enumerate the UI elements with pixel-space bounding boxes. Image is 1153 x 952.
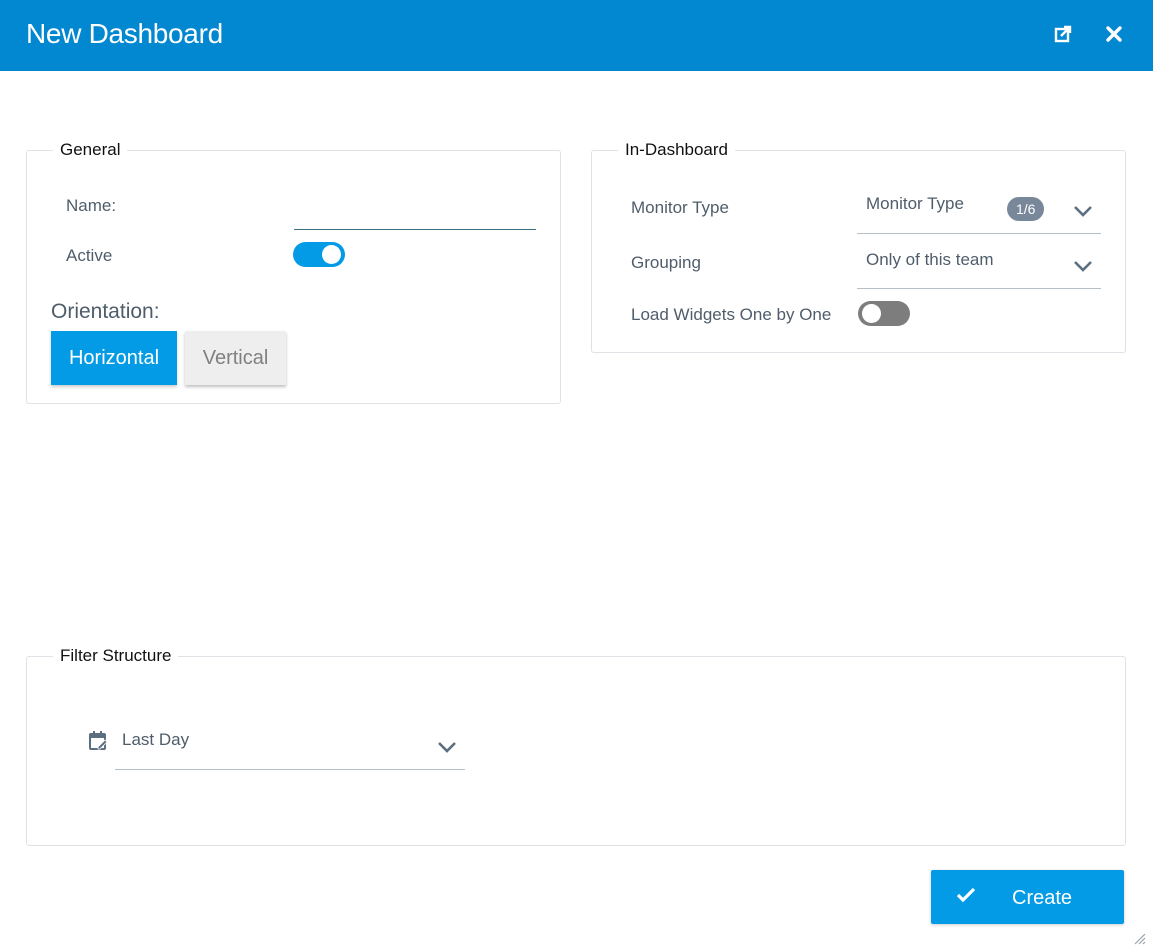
date-range-dropdown-button[interactable] — [429, 724, 465, 770]
active-label: Active — [66, 246, 113, 265]
in-dashboard-legend: In-Dashboard — [625, 140, 729, 159]
monitor-type-count-badge: 1/6 — [1007, 197, 1045, 221]
monitor-type-dropdown-button[interactable] — [1065, 188, 1101, 234]
chevron-down-icon — [1074, 205, 1092, 217]
create-label: Create — [1012, 887, 1073, 909]
check-icon — [956, 886, 976, 909]
grouping-dropdown-button[interactable] — [1065, 244, 1101, 289]
monitor-type-value: Monitor Type — [866, 194, 964, 213]
grouping-value: Only of this team — [866, 250, 994, 269]
filter-structure-legend: Filter Structure — [60, 646, 172, 665]
close-icon — [1106, 26, 1122, 42]
vertical-button[interactable]: Vertical — [185, 331, 286, 385]
dialog-title: New Dashboard — [26, 18, 223, 49]
load-widgets-toggle[interactable] — [858, 301, 910, 326]
monitor-type-select[interactable]: Monitor Type 1/6 — [857, 188, 1065, 234]
name-label: Name: — [66, 196, 117, 215]
grouping-label: Grouping — [631, 253, 701, 272]
orientation-label: Orientation: — [51, 300, 160, 323]
grouping-select[interactable]: Only of this team — [857, 244, 1065, 289]
load-widgets-label: Load Widgets One by One — [631, 305, 832, 324]
date-range-value: Last Day — [122, 730, 190, 749]
toggle-knob — [862, 304, 881, 323]
toggle-knob — [322, 245, 341, 264]
chevron-down-icon — [1074, 261, 1092, 272]
dialog-titlebar: New Dashboard — [0, 0, 1153, 71]
monitor-type-label: Monitor Type — [631, 198, 729, 217]
create-button[interactable]: Create — [931, 870, 1124, 924]
active-toggle[interactable] — [293, 242, 345, 267]
resize-grip-icon[interactable] — [1133, 932, 1147, 946]
popout-button[interactable] — [1049, 20, 1077, 48]
general-legend: General — [60, 140, 121, 159]
close-button[interactable] — [1100, 20, 1128, 48]
external-link-icon — [1054, 25, 1072, 43]
calendar-edit-icon — [88, 730, 108, 757]
horizontal-button[interactable]: Horizontal — [51, 331, 177, 385]
name-input[interactable] — [294, 198, 536, 230]
date-range-select[interactable]: Last Day — [115, 724, 429, 770]
chevron-down-icon — [438, 741, 456, 753]
